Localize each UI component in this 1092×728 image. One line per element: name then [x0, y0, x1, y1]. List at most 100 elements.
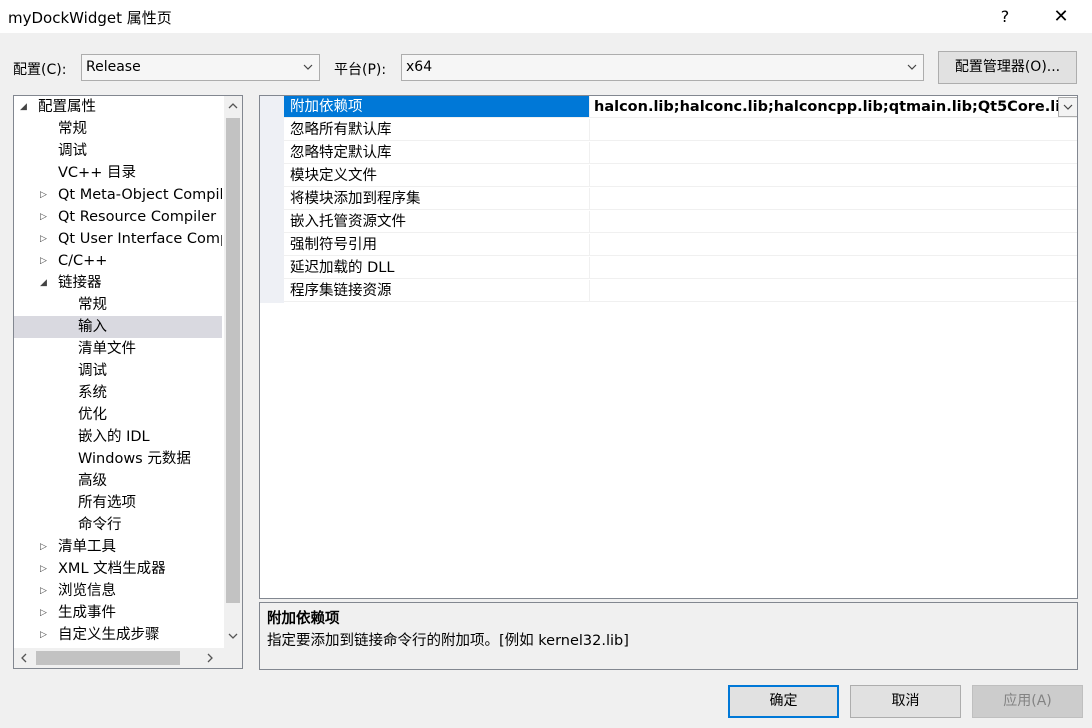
property-grid[interactable]: 附加依赖项 halcon.lib;halconc.lib;halconcpp.li…	[259, 95, 1078, 599]
grid-row[interactable]: 延迟加载的 DLL	[284, 257, 1077, 280]
tree-item[interactable]: VC++ 目录	[14, 162, 222, 184]
apply-button[interactable]: 应用(A)	[972, 685, 1083, 718]
ok-button[interactable]: 确定	[728, 685, 839, 718]
tree-item-label: 命令行	[78, 517, 122, 533]
tree-item[interactable]: ▷ XML 文档生成器	[14, 558, 222, 580]
collapsed-arrow-icon[interactable]: ▷	[40, 558, 50, 580]
tree-item[interactable]: 清单文件	[14, 338, 222, 360]
collapsed-arrow-icon[interactable]: ▷	[40, 250, 50, 272]
grid-row-value[interactable]	[589, 142, 1077, 164]
grid-row[interactable]: 嵌入托管资源文件	[284, 211, 1077, 234]
tree-item[interactable]: ▷ Qt Meta-Object Compiler	[14, 184, 222, 206]
grid-row[interactable]: 模块定义文件	[284, 165, 1077, 188]
collapsed-arrow-icon[interactable]: ▷	[40, 536, 50, 558]
grid-row-value[interactable]	[589, 257, 1077, 279]
config-value: Release	[86, 59, 141, 75]
scroll-left-icon[interactable]	[18, 652, 30, 664]
tree-item-label: 优化	[78, 407, 107, 423]
help-button[interactable]: ?	[990, 0, 1020, 33]
tree-item[interactable]: 嵌入的 IDL	[14, 426, 222, 448]
scroll-right-icon[interactable]	[204, 652, 216, 664]
grid-gutter	[260, 96, 284, 303]
collapsed-arrow-icon[interactable]: ▷	[40, 602, 50, 624]
tree-item[interactable]: 所有选项	[14, 492, 222, 514]
window-title: myDockWidget 属性页	[8, 9, 172, 27]
grid-row-value[interactable]	[589, 280, 1077, 302]
collapsed-arrow-icon[interactable]: ▷	[40, 624, 50, 646]
grid-row-value[interactable]	[589, 165, 1077, 187]
grid-row-name: 将模块添加到程序集	[284, 188, 589, 210]
cancel-button[interactable]: 取消	[850, 685, 961, 718]
description-text: 指定要添加到链接命令行的附加项。[例如 kernel32.lib]	[267, 633, 629, 649]
config-manager-button[interactable]: 配置管理器(O)...	[938, 51, 1077, 84]
tree-item-label: 嵌入的 IDL	[78, 429, 150, 445]
expanded-arrow-icon[interactable]: ◢	[40, 272, 50, 294]
tree-item[interactable]: 常规	[14, 118, 222, 140]
grid-row-value[interactable]	[589, 119, 1077, 141]
chevron-down-icon	[303, 64, 313, 70]
grid-row-name: 程序集链接资源	[284, 280, 589, 302]
tree-item[interactable]: ◢ 配置属性	[14, 96, 222, 118]
tree-item-label: 高级	[78, 473, 107, 489]
tree-item-label: 清单工具	[58, 539, 116, 555]
tree-item[interactable]: 调试	[14, 360, 222, 382]
tree-item[interactable]: Windows 元数据	[14, 448, 222, 470]
grid-row-value[interactable]	[589, 234, 1077, 256]
value-dropdown-button[interactable]	[1058, 97, 1077, 117]
tree-item[interactable]: ▷ Qt User Interface Compiler	[14, 228, 222, 250]
collapsed-arrow-icon[interactable]: ▷	[40, 206, 50, 228]
tree-vertical-scroll-thumb[interactable]	[226, 118, 240, 603]
grid-row-name: 延迟加载的 DLL	[284, 257, 589, 279]
tree-item[interactable]: 优化	[14, 404, 222, 426]
collapsed-arrow-icon[interactable]: ▷	[40, 580, 50, 602]
grid-row-value[interactable]	[589, 188, 1077, 210]
config-label: 配置(C):	[13, 62, 67, 78]
tree-item[interactable]: 输入	[14, 316, 222, 338]
grid-row[interactable]: 忽略特定默认库	[284, 142, 1077, 165]
tree-item[interactable]: ▷ 清单工具	[14, 536, 222, 558]
tree-item[interactable]: 常规	[14, 294, 222, 316]
tree-item-label: VC++ 目录	[58, 165, 136, 181]
grid-row[interactable]: 强制符号引用	[284, 234, 1077, 257]
tree-item-label: 配置属性	[38, 99, 96, 115]
tree-item[interactable]: ▷ C/C++	[14, 250, 222, 272]
tree-item-label: Qt Resource Compiler	[58, 209, 217, 225]
tree-item-label: 所有选项	[78, 495, 136, 511]
tree-item[interactable]: 系统	[14, 382, 222, 404]
scroll-up-icon[interactable]	[227, 100, 239, 112]
tree-item[interactable]: ▷ 浏览信息	[14, 580, 222, 602]
tree-horizontal-scrollbar[interactable]	[14, 648, 224, 668]
tree-vertical-scrollbar[interactable]	[224, 96, 242, 648]
tree-item[interactable]: ▷ Qt Resource Compiler	[14, 206, 222, 228]
config-select[interactable]: Release	[81, 54, 320, 81]
tree-horizontal-scroll-thumb[interactable]	[36, 651, 180, 665]
tree-item[interactable]: 命令行	[14, 514, 222, 536]
tree-item[interactable]: ▷ 自定义生成步骤	[14, 624, 222, 646]
property-tree[interactable]: ◢ 配置属性 常规 调试 VC++ 目录 ▷ Qt Meta-Object Compiler…	[13, 95, 243, 669]
tree-item[interactable]: 高级	[14, 470, 222, 492]
grid-row[interactable]: 忽略所有默认库	[284, 119, 1077, 142]
collapsed-arrow-icon[interactable]: ▷	[40, 184, 50, 206]
scrollbar-corner	[224, 648, 242, 668]
tree-item-label: XML 文档生成器	[58, 561, 166, 577]
grid-row-value[interactable]	[589, 211, 1077, 233]
description-panel: 附加依赖项 指定要添加到链接命令行的附加项。[例如 kernel32.lib]	[259, 602, 1078, 670]
grid-row-value[interactable]: halcon.lib;halconc.lib;halconcpp.lib;qtm…	[589, 96, 1077, 118]
tree-item[interactable]: ▷ 生成事件	[14, 602, 222, 624]
grid-row[interactable]: 附加依赖项 halcon.lib;halconc.lib;halconcpp.li…	[284, 96, 1077, 119]
grid-row[interactable]: 将模块添加到程序集	[284, 188, 1077, 211]
expanded-arrow-icon[interactable]: ◢	[20, 96, 30, 118]
scroll-down-icon[interactable]	[227, 630, 239, 642]
tree-item-label: 常规	[58, 121, 87, 137]
platform-select[interactable]: x64	[401, 54, 924, 81]
collapsed-arrow-icon[interactable]: ▷	[40, 228, 50, 250]
close-button[interactable]: ✕	[1046, 0, 1076, 33]
grid-row[interactable]: 程序集链接资源	[284, 280, 1077, 303]
tree-item-label: 调试	[78, 363, 107, 379]
grid-row-name: 附加依赖项	[284, 96, 589, 118]
tree-item[interactable]: 调试	[14, 140, 222, 162]
platform-label: 平台(P):	[334, 62, 387, 78]
tree-item-label: 自定义生成步骤	[58, 627, 160, 643]
tree-item[interactable]: ◢ 链接器	[14, 272, 222, 294]
title-bar: myDockWidget 属性页 ? ✕	[0, 0, 1092, 33]
